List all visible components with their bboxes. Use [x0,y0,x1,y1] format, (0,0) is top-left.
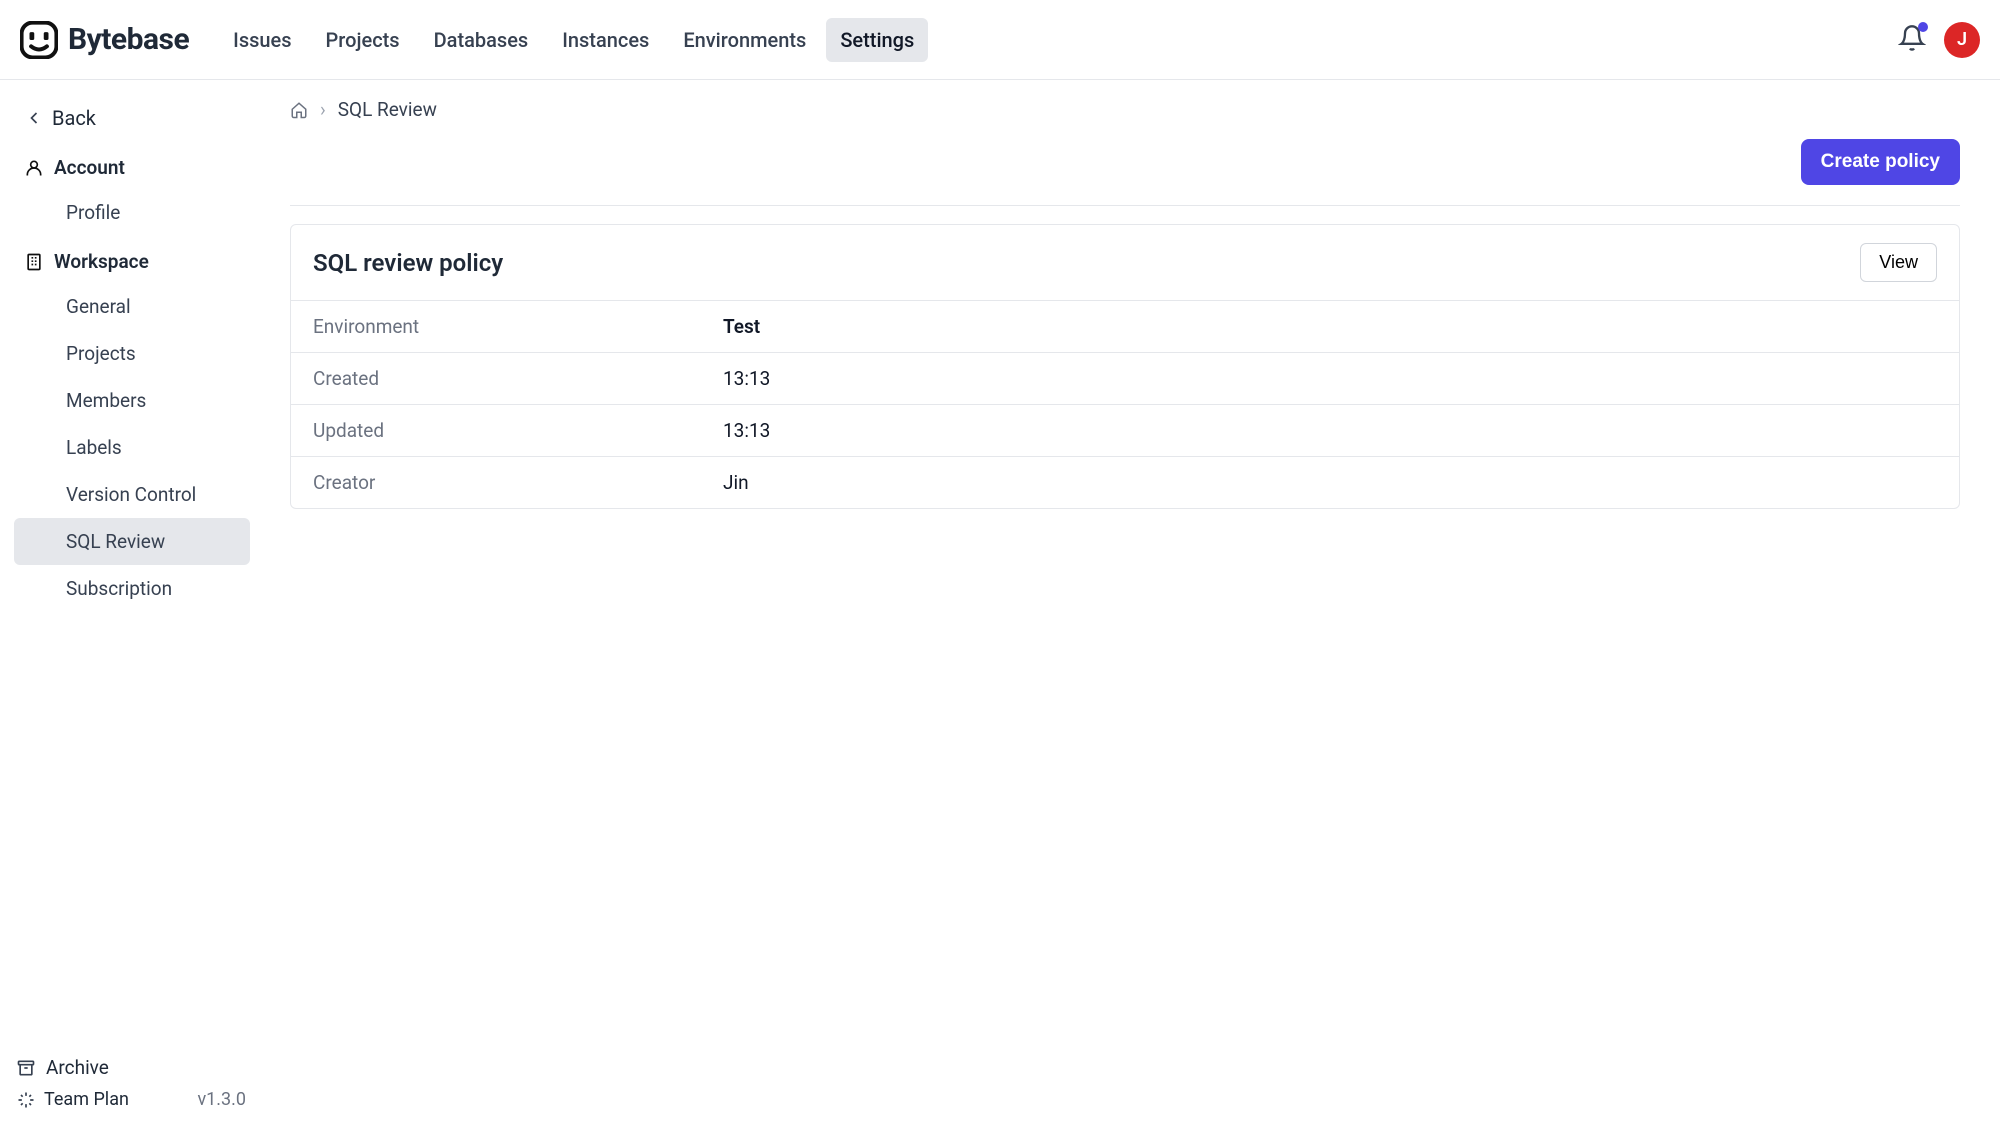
logo-text: Bytebase [68,22,189,57]
detail-label: Environment [313,315,723,338]
detail-value: 13:13 [723,367,770,390]
detail-value: Test [723,315,760,338]
policy-header: SQL review policy View [291,225,1959,301]
divider [290,205,1960,206]
body: Back Account Profile Workspace General P… [0,80,2000,1124]
nav-databases[interactable]: Databases [420,18,543,62]
detail-value: Jin [723,471,749,494]
nav-instances[interactable]: Instances [548,18,663,62]
page-actions: Create policy [290,139,1960,185]
nav-issues[interactable]: Issues [219,18,305,62]
chevron-left-icon [24,108,44,128]
sidebar-item-labels[interactable]: Labels [14,424,250,471]
user-icon [24,158,44,178]
notification-dot-icon [1918,22,1928,32]
breadcrumb: › SQL Review [290,98,1960,121]
notifications-button[interactable] [1898,24,1926,56]
sidebar: Back Account Profile Workspace General P… [0,80,262,1124]
section-title: Account [54,156,125,179]
sidebar-item-sql-review[interactable]: SQL Review [14,518,250,565]
avatar[interactable]: J [1944,22,1980,58]
sidebar-item-general[interactable]: General [14,283,250,330]
main-nav: Issues Projects Databases Instances Envi… [219,18,928,62]
sidebar-item-profile[interactable]: Profile [14,189,250,236]
section-title: Workspace [54,250,149,273]
archive-icon [16,1058,36,1078]
building-icon [24,252,44,272]
nav-projects[interactable]: Projects [312,18,414,62]
policy-row-updated: Updated 13:13 [291,405,1959,457]
plan-label[interactable]: Team Plan [44,1089,129,1110]
main-header: Bytebase Issues Projects Databases Insta… [0,0,2000,80]
detail-label: Updated [313,419,723,442]
detail-value: 13:13 [723,419,770,442]
policy-card: SQL review policy View Environment Test … [290,224,1960,509]
header-right: J [1898,22,1980,58]
version-label: v1.3.0 [197,1089,246,1110]
logo[interactable]: Bytebase [20,21,189,59]
policy-row-environment: Environment Test [291,301,1959,353]
nav-environments[interactable]: Environments [669,18,820,62]
back-button[interactable]: Back [0,94,262,142]
detail-label: Creator [313,471,723,494]
sidebar-footer: Archive Team Plan v1.3.0 [0,1048,262,1124]
sidebar-section-workspace: Workspace [0,236,262,283]
sidebar-item-version-control[interactable]: Version Control [14,471,250,518]
sidebar-item-members[interactable]: Members [14,377,250,424]
create-policy-button[interactable]: Create policy [1801,139,1960,185]
sidebar-item-projects[interactable]: Projects [14,330,250,377]
archive-link[interactable]: Archive [16,1056,246,1079]
sidebar-item-subscription[interactable]: Subscription [14,565,250,612]
archive-label: Archive [46,1056,109,1079]
logo-icon [20,21,58,59]
chevron-right-icon: › [320,98,326,121]
sparkle-icon [16,1090,36,1110]
sidebar-section-account: Account [0,142,262,189]
home-icon[interactable] [290,101,308,119]
main-content: › SQL Review Create policy SQL review po… [262,80,2000,1124]
view-button[interactable]: View [1860,243,1937,282]
plan-row: Team Plan v1.3.0 [16,1089,246,1110]
policy-row-creator: Creator Jin [291,457,1959,508]
back-label: Back [52,106,96,130]
breadcrumb-current: SQL Review [338,98,437,121]
policy-title: SQL review policy [313,249,503,277]
policy-row-created: Created 13:13 [291,353,1959,405]
nav-settings[interactable]: Settings [826,18,928,62]
detail-label: Created [313,367,723,390]
